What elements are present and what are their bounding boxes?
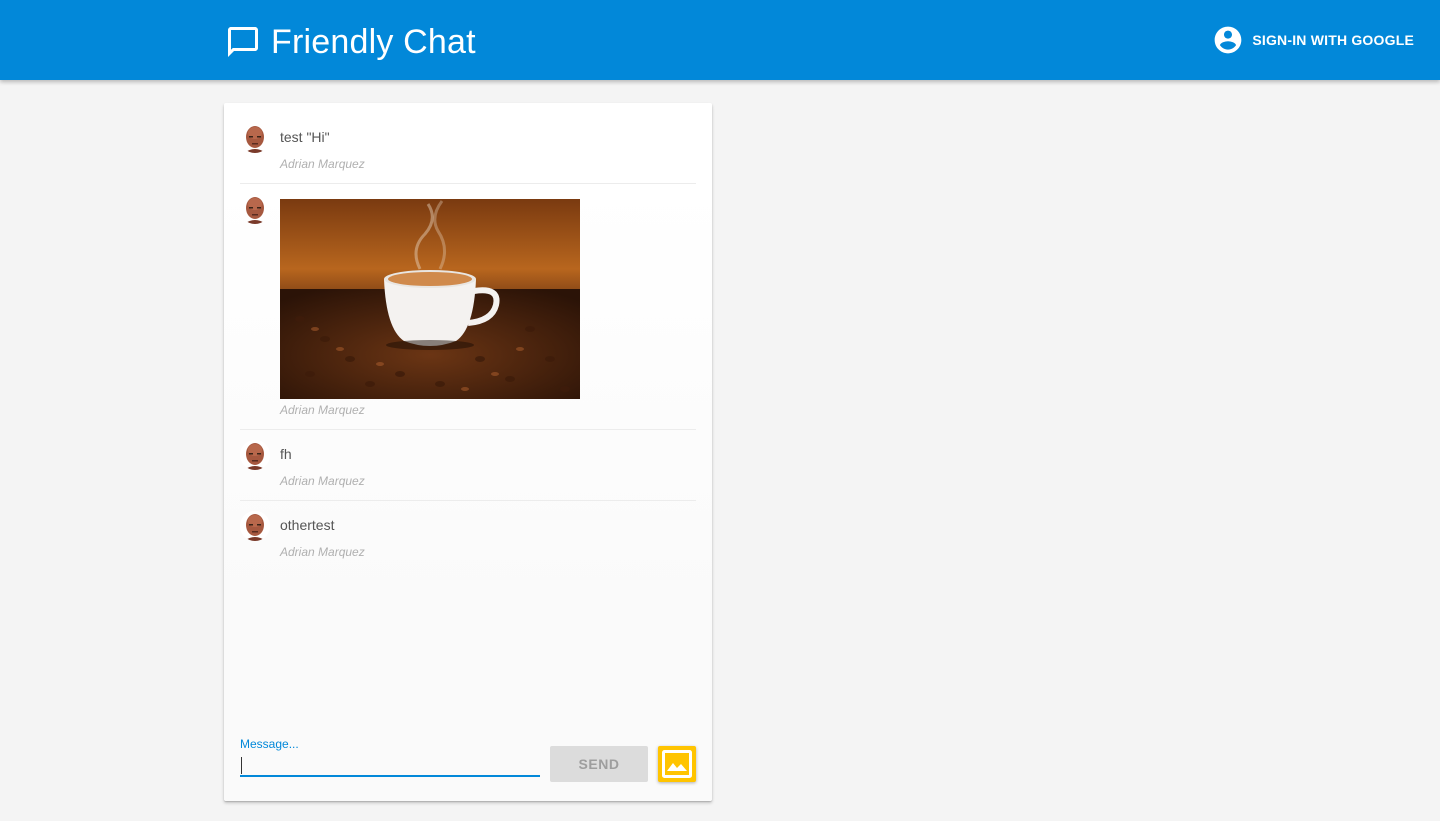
app-header: Friendly Chat SIGN-IN WITH GOOGLE <box>0 0 1440 80</box>
message-list: test "Hi" Adrian Marquez Adrian Marquez … <box>240 113 696 571</box>
chat-bubble-icon <box>225 24 261 60</box>
send-button[interactable]: SEND <box>550 746 648 782</box>
message-item: fh Adrian Marquez <box>240 430 696 501</box>
message-image[interactable] <box>280 199 580 399</box>
message-input[interactable] <box>240 755 540 777</box>
sign-in-button[interactable]: SIGN-IN WITH GOOGLE <box>1212 24 1414 56</box>
image-icon <box>662 750 692 778</box>
message-text: test "Hi" <box>280 129 330 145</box>
upload-image-button[interactable] <box>658 746 696 782</box>
message-form: Message... SEND <box>240 735 696 795</box>
avatar <box>240 440 270 470</box>
avatar <box>240 123 270 153</box>
sign-in-label: SIGN-IN WITH GOOGLE <box>1252 32 1414 48</box>
message-author: Adrian Marquez <box>280 157 365 171</box>
text-caret <box>241 757 242 774</box>
message-author: Adrian Marquez <box>280 545 365 559</box>
message-item: Adrian Marquez <box>240 184 696 430</box>
message-item: test "Hi" Adrian Marquez <box>240 113 696 184</box>
message-author: Adrian Marquez <box>280 403 365 417</box>
avatar <box>240 194 270 224</box>
message-author: Adrian Marquez <box>280 474 365 488</box>
message-item: othertest Adrian Marquez <box>240 501 696 571</box>
messages-card: test "Hi" Adrian Marquez Adrian Marquez … <box>224 103 712 801</box>
message-text: fh <box>280 446 292 462</box>
brand: Friendly Chat <box>225 20 476 64</box>
message-field-label: Message... <box>240 737 299 751</box>
message-text: othertest <box>280 517 335 533</box>
avatar <box>240 511 270 541</box>
account-circle-icon <box>1212 24 1244 56</box>
app-title: Friendly Chat <box>271 23 476 61</box>
